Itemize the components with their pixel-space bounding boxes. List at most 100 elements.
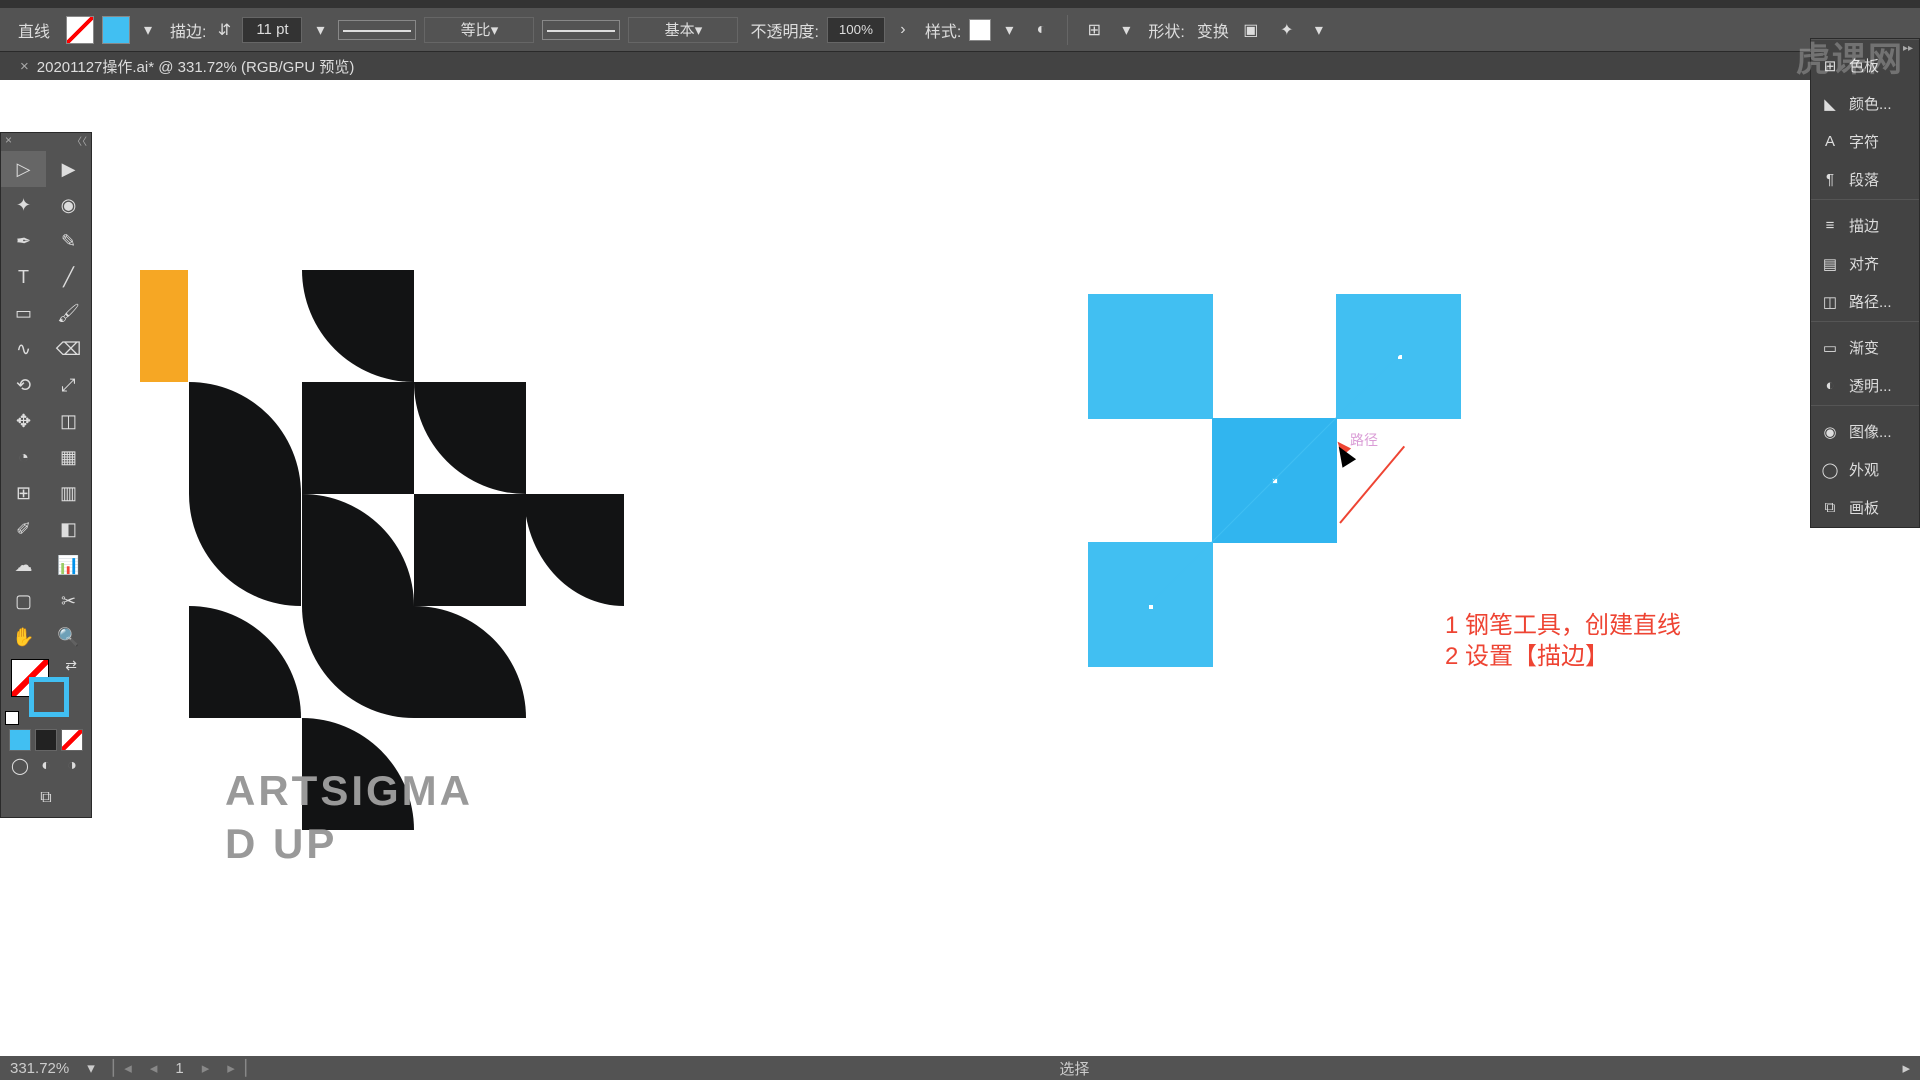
free-transform-tool[interactable]: ◫ [46, 403, 91, 439]
shape-builder-tool[interactable]: ◔ [1, 439, 46, 475]
line-tool[interactable]: ╱ [46, 259, 91, 295]
stroke-color-swatch[interactable] [102, 16, 130, 44]
close-icon[interactable]: × [20, 58, 29, 75]
width-tool[interactable]: ✥ [1, 403, 46, 439]
pen-tool[interactable]: ✒ [1, 223, 46, 259]
swatch-dropdown[interactable]: ▾ [138, 20, 158, 40]
transform-icon[interactable]: ▣ [1237, 17, 1265, 43]
zoom-tool[interactable]: 🔍 [46, 619, 91, 655]
panel-pathfinder[interactable]: ◫路径... [1811, 283, 1919, 321]
stroke-stepper[interactable]: ⇵ [214, 20, 234, 40]
brush-preview[interactable] [542, 20, 620, 40]
black-shape [302, 606, 414, 718]
rectangle-tool[interactable]: ▭ [1, 295, 46, 331]
opacity-dropdown[interactable]: › [893, 20, 913, 40]
shaper-tool[interactable]: ∿ [1, 331, 46, 367]
panel-character[interactable]: A字符 [1811, 123, 1919, 161]
color-mode-solid[interactable] [9, 729, 31, 751]
stroke-icon: ≡ [1821, 217, 1839, 235]
recolor-icon[interactable]: ◐ [1027, 17, 1055, 43]
hand-tool[interactable]: ✋ [1, 619, 46, 655]
gradient-tool[interactable]: ▥ [46, 475, 91, 511]
align-dd[interactable]: ▾ [1116, 20, 1136, 40]
draw-inside[interactable]: ◑ [61, 757, 83, 775]
status-scroll-icon[interactable]: ▸ [1902, 1059, 1910, 1077]
isolate-icon[interactable]: ✦ [1273, 17, 1301, 43]
stroke-color-box[interactable] [29, 677, 69, 717]
nav-first-icon[interactable]: ▏◂ [113, 1059, 132, 1077]
canvas[interactable]: × 〈〈 ▷ ▶ ✦ ◉ ✒ ✎ T ╱ ▭ 🖌 ∿ ⌫ ⟲ ⤢ ✥ ◫ ◔ ▦… [0, 80, 1920, 1056]
stroke-label: 描边: [170, 18, 206, 42]
paintbrush-tool[interactable]: 🖌 [46, 295, 91, 331]
blend-tool[interactable]: ◧ [46, 511, 91, 547]
style-dropdown[interactable]: ▾ [999, 20, 1019, 40]
eraser-tool[interactable]: ⌫ [46, 331, 91, 367]
appearance-icon: ◯ [1821, 461, 1839, 479]
panel-stroke[interactable]: ≡描边 [1811, 207, 1919, 245]
transparency-icon: ◐ [1821, 377, 1839, 395]
color-icon: ◣ [1821, 95, 1839, 113]
align-icon[interactable]: ⊞ [1080, 17, 1108, 43]
nav-prev-icon[interactable]: ◂ [150, 1059, 158, 1077]
annotation-text: 1 钢笔工具，创建直线 2 设置【描边】 [1445, 610, 1681, 672]
draw-behind[interactable]: ◐ [35, 757, 57, 775]
fill-swatch[interactable] [66, 16, 94, 44]
color-mode-gradient[interactable] [35, 729, 57, 751]
artboard-icon: ⧉ [1821, 499, 1839, 517]
nav-last-icon[interactable]: ▸▕ [227, 1059, 246, 1077]
artboard-number[interactable]: 1 [175, 1060, 183, 1077]
annotation-arrow [1340, 440, 1430, 530]
zoom-dropdown-icon[interactable]: ▾ [87, 1059, 95, 1077]
black-shape [189, 494, 301, 606]
symbol-tool[interactable]: ☁ [1, 547, 46, 583]
opacity-input[interactable] [827, 17, 885, 43]
tab-title: 20201127操作.ai* @ 331.72% (RGB/GPU 预览) [37, 56, 355, 77]
nav-next-icon[interactable]: ▸ [202, 1059, 210, 1077]
iso-dd[interactable]: ▾ [1309, 20, 1329, 40]
type-tool[interactable]: T [1, 259, 46, 295]
artboard-tool[interactable]: ▢ [1, 583, 46, 619]
swap-fill-stroke-icon[interactable]: ⇄ [65, 657, 77, 674]
zoom-level[interactable]: 331.72% [10, 1060, 69, 1077]
stroke-weight-input[interactable] [242, 17, 302, 43]
brush-dropdown[interactable]: 基本 ▾ [628, 17, 738, 43]
toolbox-close-icon[interactable]: × [5, 133, 12, 151]
eyedropper-tool[interactable]: ✐ [1, 511, 46, 547]
scale-tool[interactable]: ⤢ [46, 367, 91, 403]
panel-color[interactable]: ◣颜色... [1811, 85, 1919, 123]
style-swatch[interactable] [969, 19, 991, 41]
transform-label[interactable]: 变换 [1197, 18, 1229, 42]
panel-appearance[interactable]: ◯外观 [1811, 451, 1919, 489]
default-fill-stroke-icon[interactable] [5, 711, 19, 725]
perspective-tool[interactable]: ▦ [46, 439, 91, 475]
panel-align[interactable]: ▤对齐 [1811, 245, 1919, 283]
lasso-tool[interactable]: ◉ [46, 187, 91, 223]
slice-tool[interactable]: ✂ [46, 583, 91, 619]
stroke-weight-dropdown[interactable]: ▾ [310, 20, 330, 40]
panel-transparency[interactable]: ◐透明... [1811, 367, 1919, 405]
panel-image[interactable]: ◉图像... [1811, 413, 1919, 451]
document-tab[interactable]: × 20201127操作.ai* @ 331.72% (RGB/GPU 预览) [8, 56, 366, 77]
stroke-preview[interactable] [338, 20, 416, 40]
draw-normal[interactable]: ◯ [9, 757, 31, 775]
rotate-tool[interactable]: ⟲ [1, 367, 46, 403]
toolbox: × 〈〈 ▷ ▶ ✦ ◉ ✒ ✎ T ╱ ▭ 🖌 ∿ ⌫ ⟲ ⤢ ✥ ◫ ◔ ▦… [0, 132, 92, 818]
direct-selection-tool[interactable]: ▶ [46, 151, 91, 187]
magic-wand-tool[interactable]: ✦ [1, 187, 46, 223]
screen-mode[interactable]: ⧉ [1, 779, 91, 817]
mesh-tool[interactable]: ⊞ [1, 475, 46, 511]
black-shape [414, 382, 526, 494]
panel-gradient[interactable]: ▭渐变 [1811, 329, 1919, 367]
panel-artboards[interactable]: ⧉画板 [1811, 489, 1919, 527]
panel-paragraph[interactable]: ¶段落 [1811, 161, 1919, 199]
artwork-pattern [140, 270, 630, 760]
path-hint-label: 路径 [1350, 430, 1378, 450]
graph-tool[interactable]: 📊 [46, 547, 91, 583]
toolbox-menu-icon[interactable]: 〈〈 [72, 133, 87, 151]
options-bar: 直线 ▾ 描边: ⇵ ▾ 等比 ▾ 基本 ▾ 不透明度: › 样式: ▾ ◐ ⊞… [0, 8, 1920, 52]
color-mode-none[interactable] [61, 729, 83, 751]
selection-tool[interactable]: ▷ [1, 151, 46, 187]
profile-dropdown[interactable]: 等比 ▾ [424, 17, 534, 43]
panel-collapse-icon[interactable]: ▸▸ [1903, 43, 1913, 54]
curvature-tool[interactable]: ✎ [46, 223, 91, 259]
